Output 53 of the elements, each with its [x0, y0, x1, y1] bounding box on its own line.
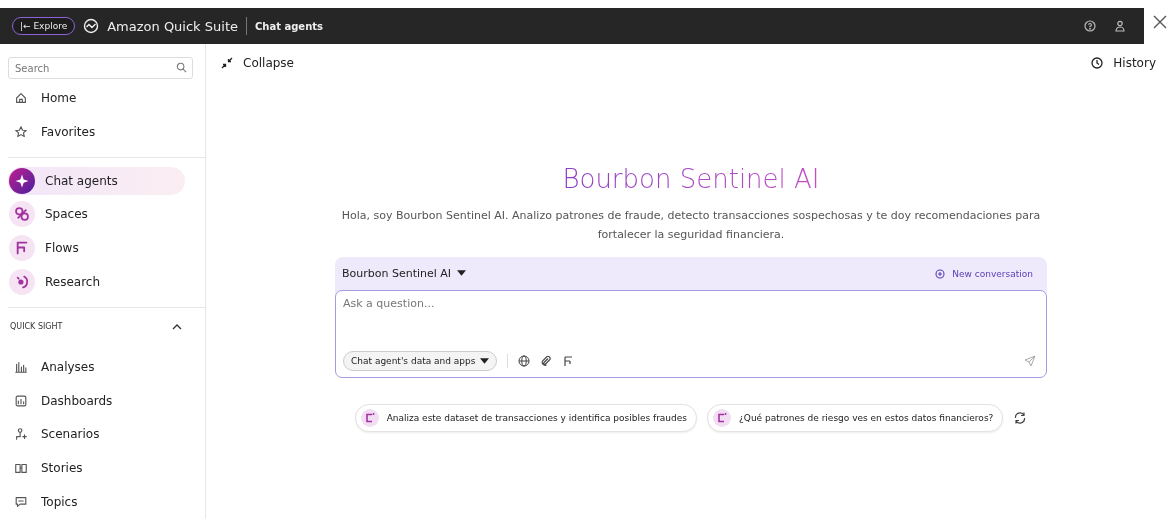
nav-item[interactable]: Stories — [41, 461, 83, 476]
nav-item[interactable]: Spaces — [0, 197, 185, 232]
caret-icon — [457, 270, 467, 277]
app-name: Amazon Quick Suite — [107, 18, 238, 34]
nav-label: Chat agents — [45, 173, 118, 188]
breadcrumb: Chat agents — [255, 20, 323, 32]
suggestion-chip[interactable]: Analiza este dataset de transacciones y identifica posibles fraudes — [354, 404, 697, 432]
nav-item[interactable]: Dashboards — [41, 393, 113, 408]
prompt-icon — [360, 409, 379, 427]
book-icon — [14, 461, 28, 476]
new-chat-icon — [935, 268, 946, 279]
help-icon[interactable] — [1084, 20, 1096, 32]
nav-item[interactable]: Scenarios — [41, 427, 100, 442]
search-field[interactable]: Search — [8, 57, 193, 79]
nav-label: Spaces — [45, 207, 88, 222]
dashboard-icon — [14, 393, 28, 408]
bars-icon — [14, 359, 28, 374]
new-conversation-button[interactable]: New conversation — [935, 268, 1033, 279]
collapse-icon — [221, 57, 233, 69]
suggestion-chip[interactable]: ¿Qué patrones de riesgo ves en estos datos financieros? — [707, 404, 1004, 432]
caret-icon — [480, 357, 490, 365]
nav-label: Research — [45, 275, 101, 290]
agent-selector[interactable]: Bourbon Sentinel AI — [342, 267, 467, 280]
source-selector[interactable]: Chat agent's data and apps — [343, 351, 498, 371]
collapse-button[interactable]: Collapse — [221, 56, 294, 70]
section-title: QUICK SIGHT — [10, 322, 63, 332]
close-icon[interactable] — [1152, 14, 1168, 30]
agent-description: Hola, soy Bourbon Sentinel AI. Analizo patrones de fraude, detecto transacciones sospechosas y te doy recomendaciones para fortalecer la seguridad financiera. — [340, 208, 1042, 243]
home-icon — [14, 90, 28, 105]
paperclip-icon[interactable] — [540, 355, 553, 367]
sparkle-icon — [9, 167, 35, 194]
search-icon — [176, 62, 187, 73]
flows-icon[interactable] — [562, 355, 575, 367]
flows-icon — [9, 235, 35, 262]
nav-item[interactable]: Flows — [0, 231, 185, 266]
chat-icon — [14, 495, 28, 510]
nav-item[interactable]: Topics — [41, 495, 78, 510]
nav-item[interactable]: Analyses — [41, 359, 95, 374]
user-icon[interactable] — [1114, 20, 1126, 32]
scenario-icon — [14, 427, 28, 442]
explore-button[interactable]: |← Explore — [12, 17, 76, 35]
clock-icon — [1091, 57, 1104, 69]
nav-label: Flows — [45, 241, 79, 256]
globe-icon[interactable] — [518, 355, 531, 367]
nav-item[interactable]: Favorites — [41, 124, 96, 139]
nav-item[interactable]: Research — [0, 265, 185, 299]
star-icon — [14, 124, 28, 139]
nav-item[interactable]: Home — [41, 90, 77, 105]
prompt-icon — [713, 409, 731, 427]
refresh-icon[interactable] — [1013, 411, 1028, 425]
logo-icon — [83, 18, 100, 34]
nav-item[interactable]: Chat agents — [8, 166, 185, 195]
history-button[interactable]: History — [1091, 56, 1156, 70]
